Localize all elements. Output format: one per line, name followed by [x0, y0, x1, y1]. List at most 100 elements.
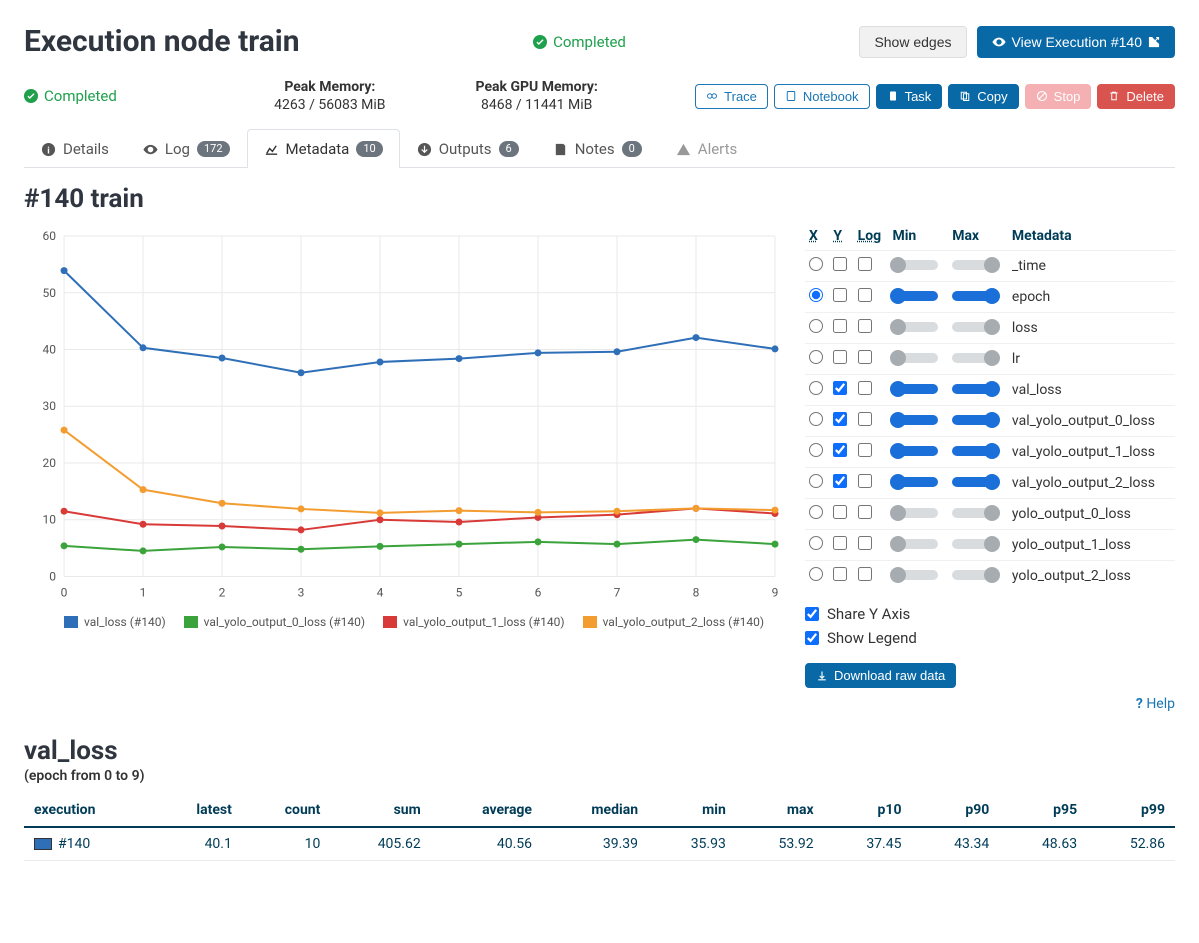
legend-label: val_loss (#140) [84, 615, 166, 629]
help-link[interactable]: Help [1136, 696, 1175, 712]
max-slider[interactable] [952, 322, 998, 332]
download-label: Download raw data [834, 668, 945, 683]
trace-button[interactable]: Trace [695, 84, 768, 109]
log-checkbox[interactable] [858, 505, 872, 519]
max-slider[interactable] [952, 384, 998, 394]
max-slider[interactable] [952, 260, 998, 270]
show-legend-input[interactable] [805, 631, 819, 645]
x-radio[interactable] [809, 505, 823, 519]
min-slider[interactable] [892, 446, 938, 456]
tab-log-label: Log [165, 140, 190, 158]
x-radio[interactable] [809, 536, 823, 550]
summary-col-sum: sum [330, 794, 430, 827]
x-radio[interactable] [809, 412, 823, 426]
legend-swatch [383, 616, 397, 628]
trace-label: Trace [724, 89, 757, 104]
legend-item[interactable]: val_yolo_output_0_loss (#140) [184, 615, 365, 629]
max-slider[interactable] [952, 477, 998, 487]
max-slider[interactable] [952, 353, 998, 363]
svg-text:40: 40 [43, 343, 57, 357]
metric-name: epoch [1008, 282, 1175, 313]
copy-button[interactable]: Copy [948, 84, 1018, 109]
log-checkbox[interactable] [858, 474, 872, 488]
max-slider[interactable] [952, 570, 998, 580]
min-slider[interactable] [892, 539, 938, 549]
max-slider[interactable] [952, 508, 998, 518]
view-execution-button[interactable]: View Execution #140 [977, 26, 1176, 58]
log-checkbox[interactable] [858, 536, 872, 550]
delete-button[interactable]: Delete [1097, 84, 1175, 109]
y-checkbox[interactable] [833, 257, 847, 271]
download-raw-button[interactable]: Download raw data [805, 663, 956, 688]
min-slider[interactable] [892, 508, 938, 518]
x-radio[interactable] [809, 567, 823, 581]
max-slider[interactable] [952, 446, 998, 456]
min-slider[interactable] [892, 384, 938, 394]
min-slider[interactable] [892, 415, 938, 425]
svg-text:50: 50 [43, 286, 57, 300]
log-checkbox[interactable] [858, 443, 872, 457]
log-checkbox[interactable] [858, 257, 872, 271]
legend-item[interactable]: val_loss (#140) [64, 615, 166, 629]
log-checkbox[interactable] [858, 288, 872, 302]
summary-cell: 40.56 [431, 827, 542, 861]
log-checkbox[interactable] [858, 319, 872, 333]
show-edges-button[interactable]: Show edges [859, 26, 966, 58]
legend-item[interactable]: val_yolo_output_1_loss (#140) [383, 615, 564, 629]
y-checkbox[interactable] [833, 319, 847, 333]
download-icon [816, 670, 828, 682]
summary-col-count: count [242, 794, 331, 827]
summary-col-max: max [736, 794, 824, 827]
tab-outputs[interactable]: Outputs6 [400, 129, 536, 168]
y-checkbox[interactable] [833, 412, 847, 426]
y-checkbox[interactable] [833, 350, 847, 364]
x-radio[interactable] [809, 288, 823, 302]
y-checkbox[interactable] [833, 536, 847, 550]
x-radio[interactable] [809, 443, 823, 457]
peak-gpu-label: Peak GPU Memory: [476, 79, 598, 95]
y-checkbox[interactable] [833, 505, 847, 519]
max-slider[interactable] [952, 539, 998, 549]
task-button[interactable]: Task [876, 84, 943, 109]
y-checkbox[interactable] [833, 474, 847, 488]
x-radio[interactable] [809, 474, 823, 488]
download-icon [417, 142, 432, 157]
y-checkbox[interactable] [833, 288, 847, 302]
log-checkbox[interactable] [858, 567, 872, 581]
min-slider[interactable] [892, 570, 938, 580]
notebook-button[interactable]: Notebook [774, 84, 870, 109]
share-y-checkbox[interactable]: Share Y Axis [805, 605, 1175, 623]
x-radio[interactable] [809, 319, 823, 333]
x-radio[interactable] [809, 350, 823, 364]
log-checkbox[interactable] [858, 381, 872, 395]
tab-notes[interactable]: Notes0 [536, 129, 659, 168]
min-slider[interactable] [892, 291, 938, 301]
tab-metadata[interactable]: Metadata10 [247, 129, 400, 168]
tab-log[interactable]: Log172 [126, 129, 247, 168]
notebook-label: Notebook [803, 89, 859, 104]
max-slider[interactable] [952, 291, 998, 301]
show-legend-checkbox[interactable]: Show Legend [805, 629, 1175, 647]
min-slider[interactable] [892, 477, 938, 487]
min-slider[interactable] [892, 322, 938, 332]
min-slider[interactable] [892, 260, 938, 270]
y-checkbox[interactable] [833, 381, 847, 395]
col-x[interactable]: X [805, 226, 829, 251]
col-y[interactable]: Y [829, 226, 853, 251]
stop-button: Stop [1025, 84, 1092, 109]
summary-cell: 43.34 [911, 827, 999, 861]
min-slider[interactable] [892, 353, 938, 363]
y-checkbox[interactable] [833, 443, 847, 457]
x-radio[interactable] [809, 381, 823, 395]
log-checkbox[interactable] [858, 350, 872, 364]
col-log[interactable]: Log [854, 226, 889, 251]
tab-details[interactable]: iDetails [24, 129, 126, 168]
log-checkbox[interactable] [858, 412, 872, 426]
y-checkbox[interactable] [833, 567, 847, 581]
task-label: Task [905, 89, 932, 104]
max-slider[interactable] [952, 415, 998, 425]
legend-item[interactable]: val_yolo_output_2_loss (#140) [583, 615, 764, 629]
x-radio[interactable] [809, 257, 823, 271]
metric-name: yolo_output_2_loss [1008, 561, 1175, 592]
share-y-input[interactable] [805, 607, 819, 621]
